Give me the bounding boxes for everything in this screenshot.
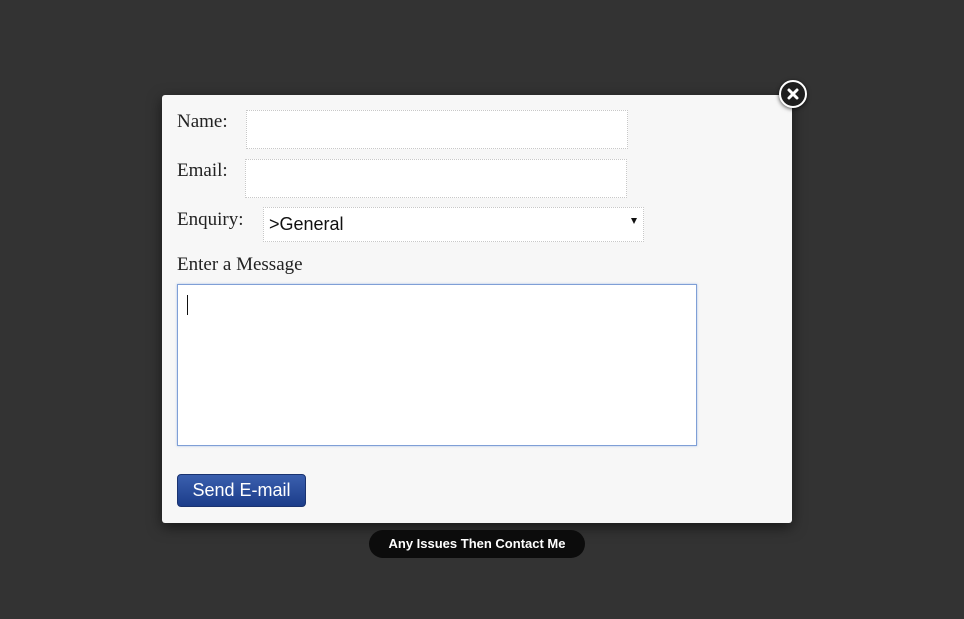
text-caret [187,295,188,315]
name-input[interactable] [246,110,628,149]
send-email-button[interactable]: Send E-mail [177,474,306,507]
message-label: Enter a Message [177,254,303,275]
close-x-icon [787,88,799,100]
close-button[interactable] [779,80,807,108]
name-label: Name: [177,111,228,132]
contact-me-button[interactable]: Any Issues Then Contact Me [369,530,585,558]
enquiry-selected-value: >General [269,214,344,234]
enquiry-select[interactable]: >General [263,207,644,242]
dropdown-arrow-icon [631,218,637,224]
enquiry-label: Enquiry: [177,209,244,230]
email-label: Email: [177,160,228,181]
email-input[interactable] [245,159,627,198]
contact-modal: Name: Email: Enquiry: >General Enter a M… [162,95,792,523]
message-textarea[interactable] [177,284,697,446]
